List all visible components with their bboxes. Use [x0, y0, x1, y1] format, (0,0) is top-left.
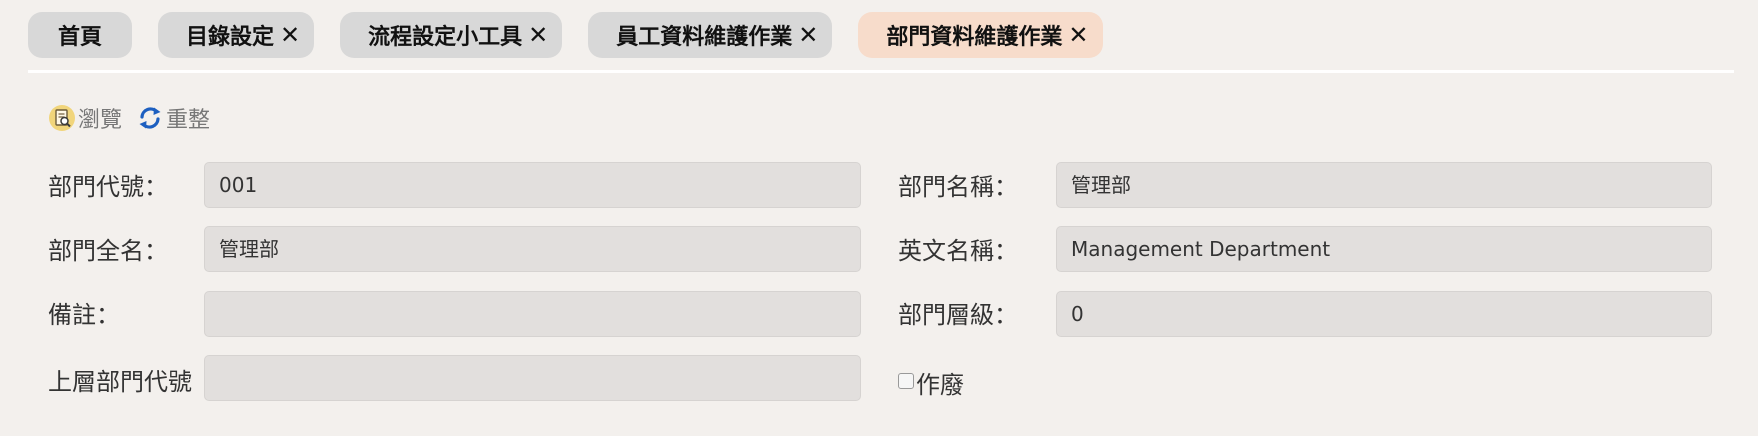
- obsolete-toggle[interactable]: 作廢: [898, 365, 964, 400]
- remarks-field[interactable]: [204, 291, 861, 337]
- tab-label: 目錄設定: [186, 25, 275, 50]
- tab-bar: 首頁 目錄設定 ✕ 流程設定小工具 ✕ 員工資料維護作業 ✕ 部門資料維護作業 …: [28, 12, 1103, 58]
- refresh-icon: [136, 104, 166, 132]
- dept-full-name-field[interactable]: 管理部: [204, 226, 861, 272]
- english-name-label: 英文名稱：: [898, 237, 1018, 265]
- tab-home-label: 首頁: [58, 25, 103, 50]
- tab-label: 部門資料維護作業: [886, 25, 1063, 50]
- remarks-label: 備註：: [48, 301, 120, 329]
- browse-label: 瀏覽: [78, 108, 123, 133]
- obsolete-label: 作廢: [916, 371, 964, 399]
- close-icon[interactable]: ✕: [280, 23, 300, 47]
- parent-dept-code-field[interactable]: [204, 355, 861, 401]
- parent-dept-code-label: 上層部門代號: [48, 368, 192, 396]
- dept-code-field[interactable]: 001: [204, 162, 861, 208]
- dept-level-field[interactable]: 0: [1056, 291, 1712, 337]
- browse-button[interactable]: 瀏覽: [48, 102, 122, 134]
- tab-workflow-tool[interactable]: 流程設定小工具 ✕: [340, 12, 563, 58]
- document-search-icon: [48, 104, 78, 132]
- tab-label: 流程設定小工具: [368, 25, 523, 50]
- refresh-label: 重整: [166, 108, 211, 133]
- tab-label: 員工資料維護作業: [616, 25, 793, 50]
- tab-directory-settings[interactable]: 目錄設定 ✕: [158, 12, 315, 58]
- dept-name-field[interactable]: 管理部: [1056, 162, 1712, 208]
- tab-department-maintenance[interactable]: 部門資料維護作業 ✕: [858, 12, 1103, 58]
- close-icon[interactable]: ✕: [1068, 23, 1088, 47]
- dept-name-label: 部門名稱：: [898, 173, 1018, 201]
- tab-employee-maintenance[interactable]: 員工資料維護作業 ✕: [588, 12, 833, 58]
- close-icon[interactable]: ✕: [798, 23, 818, 47]
- refresh-button[interactable]: 重整: [136, 102, 210, 134]
- tab-home[interactable]: 首頁: [28, 12, 133, 58]
- dept-full-name-label: 部門全名：: [48, 237, 168, 265]
- english-name-field[interactable]: Management Department: [1056, 226, 1712, 272]
- toolbar: 瀏覽 重整: [48, 102, 210, 134]
- tab-divider: [28, 70, 1734, 73]
- obsolete-checkbox[interactable]: [898, 372, 914, 389]
- dept-code-label: 部門代號：: [48, 173, 168, 201]
- dept-level-label: 部門層級：: [898, 301, 1018, 329]
- close-icon[interactable]: ✕: [528, 23, 548, 47]
